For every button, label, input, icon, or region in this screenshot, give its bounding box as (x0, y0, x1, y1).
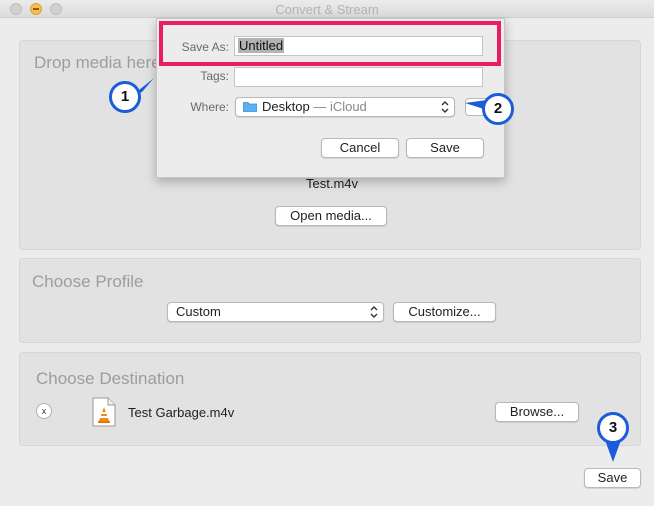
callout-1: 1 (109, 81, 141, 113)
window-title: Convert & Stream (275, 2, 379, 17)
callout-2: 2 (482, 93, 514, 125)
choose-profile-panel: Choose Profile Custom Customize... (19, 258, 641, 343)
browse-button[interactable]: Browse... (495, 402, 579, 422)
where-separator: — (309, 99, 330, 114)
customize-button[interactable]: Customize... (393, 302, 496, 322)
title-bar: Convert & Stream (0, 0, 654, 18)
folder-icon (243, 102, 257, 112)
updown-chevron-icon (370, 306, 378, 318)
open-media-button[interactable]: Open media... (275, 206, 387, 226)
tags-field[interactable] (234, 67, 483, 87)
where-service: iCloud (329, 99, 367, 114)
drop-media-title: Drop media here (34, 53, 161, 72)
destination-filename: Test Garbage.m4v (128, 405, 235, 420)
where-select[interactable]: Desktop — iCloud (235, 97, 455, 117)
profile-select-value: Custom (176, 304, 221, 319)
save-button[interactable]: Save (584, 468, 641, 488)
choose-profile-title: Choose Profile (32, 272, 144, 291)
sheet-save-button[interactable]: Save (406, 138, 484, 158)
save-as-highlight-box (159, 21, 501, 66)
choose-destination-panel: Choose Destination x Test Garbage.m4v Br… (19, 352, 641, 446)
vlc-file-icon (92, 397, 116, 427)
where-label: Where: (190, 100, 229, 114)
choose-destination-title: Choose Destination (36, 369, 185, 388)
where-location: Desktop (262, 99, 310, 114)
source-filename: Test.m4v (306, 176, 359, 191)
cancel-button[interactable]: Cancel (321, 138, 399, 158)
profile-select[interactable]: Custom (167, 302, 384, 322)
updown-chevron-icon (441, 101, 449, 113)
remove-destination-button[interactable]: x (36, 403, 52, 419)
tags-label: Tags: (200, 69, 229, 83)
callout-3: 3 (597, 412, 629, 444)
